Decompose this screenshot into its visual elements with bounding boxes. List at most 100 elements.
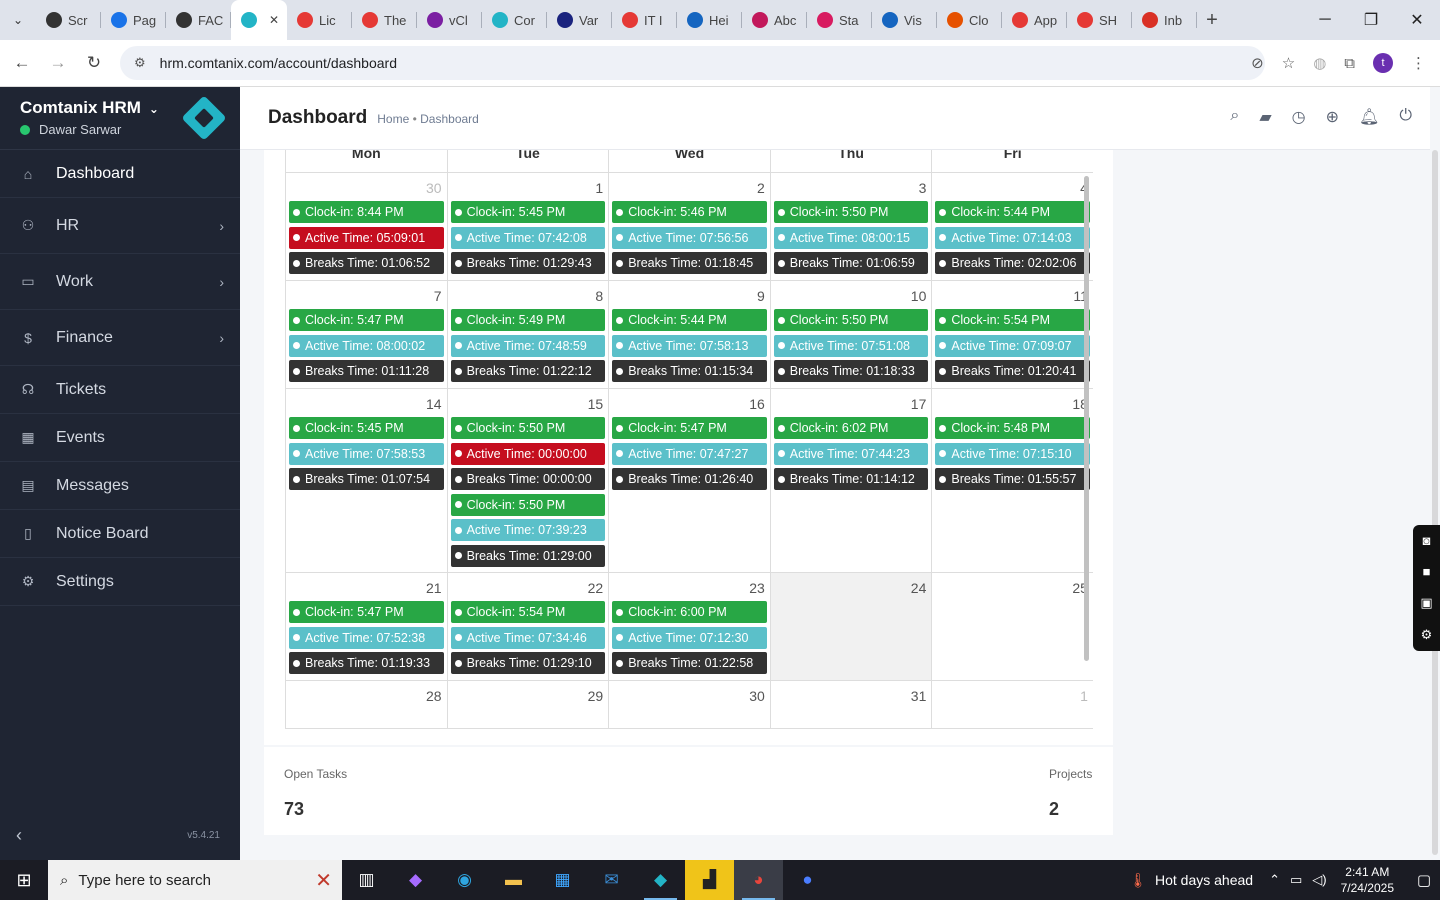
active-time-event[interactable]: Active Time: 07:52:38: [289, 626, 444, 649]
clock-in-event[interactable]: Clock-in: 5:47 PM: [612, 417, 767, 439]
calendar-day-cell[interactable]: 7 Clock-in: 5:47 PM Active Time: 08:00:02 B…: [285, 281, 447, 388]
active-time-event[interactable]: Active Time: 07:51:08: [773, 334, 929, 357]
calendar-scrollbar[interactable]: [1084, 176, 1089, 661]
browser-tab[interactable]: Lic: [287, 0, 352, 40]
sidebar-item-notice-board[interactable]: ▯ Notice Board: [0, 510, 240, 558]
forward-icon[interactable]: →: [40, 53, 76, 73]
bell-icon[interactable]: 🔔︎: [1359, 107, 1379, 127]
calendar-day-cell[interactable]: 31: [769, 681, 932, 728]
open-tasks-value[interactable]: 73: [284, 799, 304, 820]
clock-in-event[interactable]: Clock-in: 6:00 PM: [612, 601, 767, 623]
clock-in-event[interactable]: Clock-in: 5:50 PM: [773, 201, 929, 223]
browser-tab[interactable]: ✕: [231, 0, 287, 40]
calendar-day-cell[interactable]: 3 Clock-in: 5:50 PM Active Time: 08:00:15 B…: [769, 173, 932, 280]
day-number[interactable]: 10: [774, 284, 929, 309]
day-number[interactable]: 2: [612, 176, 767, 201]
day-number[interactable]: 25: [935, 576, 1090, 601]
active-time-event[interactable]: Active Time: 07:56:56: [612, 226, 767, 249]
windows-start-icon[interactable]: ⊞: [0, 860, 48, 900]
calendar-day-cell[interactable]: 30 Clock-in: 8:44 PM Active Time: 05:09:01…: [285, 173, 447, 280]
calendar-day-cell[interactable]: 21 Clock-in: 5:47 PM Active Time: 07:52:38…: [285, 573, 447, 680]
day-number[interactable]: 1: [451, 176, 606, 201]
sidebar-item-events[interactable]: ▦ Events: [0, 414, 240, 462]
active-time-event[interactable]: Active Time: 07:48:59: [450, 334, 606, 357]
site-info-icon[interactable]: ⚙: [134, 55, 146, 71]
browser-tab[interactable]: Var: [547, 0, 612, 40]
file-explorer-icon[interactable]: ▬: [489, 860, 538, 900]
day-number[interactable]: 28: [289, 684, 444, 709]
add-circle-icon[interactable]: ⊕: [1326, 107, 1339, 127]
active-time-event[interactable]: Active Time: 07:58:53: [289, 442, 444, 465]
notification-center-icon[interactable]: ▢: [1408, 871, 1440, 889]
browser-tab[interactable]: Vis: [872, 0, 937, 40]
calendar-day-cell[interactable]: 2 Clock-in: 5:46 PM Active Time: 07:56:56 B…: [608, 173, 770, 280]
active-time-event[interactable]: Active Time: 07:58:13: [612, 334, 767, 357]
network-icon[interactable]: ▭: [1290, 872, 1302, 888]
sticky-notes-icon[interactable]: ▟: [685, 860, 734, 900]
calendar-day-cell[interactable]: 1 Clock-in: 5:45 PM Active Time: 07:42:08 B…: [446, 173, 609, 280]
translate-icon[interactable]: ◍: [1313, 54, 1326, 72]
active-time-event[interactable]: Active Time: 00:00:00: [450, 442, 606, 465]
chrome-icon[interactable]: ◕: [734, 860, 783, 900]
task-view-icon[interactable]: ▥: [342, 860, 391, 900]
copilot-icon[interactable]: ◆: [391, 860, 440, 900]
taskbar-clock[interactable]: 2:41 AM 7/24/2025: [1341, 864, 1394, 896]
browser-menu-icon[interactable]: ⋮: [1411, 54, 1426, 72]
calendar-day-cell[interactable]: 24: [769, 573, 932, 680]
browser-tab[interactable]: Abc: [742, 0, 807, 40]
sidebar-item-work[interactable]: ▭ Work ›: [0, 254, 240, 310]
sidebar-item-hr[interactable]: ⚇ HR ›: [0, 198, 240, 254]
browser-tab[interactable]: The: [352, 0, 417, 40]
sidebar-item-finance[interactable]: $ Finance ›: [0, 310, 240, 366]
day-number[interactable]: 11: [935, 284, 1090, 309]
day-number[interactable]: 1: [935, 684, 1090, 709]
active-time-event[interactable]: Active Time: 08:00:02: [289, 334, 444, 357]
browser-tab[interactable]: Clo: [937, 0, 1002, 40]
calendar-day-cell[interactable]: 30: [608, 681, 770, 728]
calendar-day-cell[interactable]: 25: [931, 573, 1093, 680]
clock-in-event[interactable]: Clock-in: 8:44 PM: [289, 201, 444, 223]
calendar-day-cell[interactable]: 9 Clock-in: 5:44 PM Active Time: 07:58:13 B…: [608, 281, 770, 388]
breaks-time-event[interactable]: Breaks Time: 01:26:40: [612, 468, 767, 490]
browser-tab[interactable]: App: [1002, 0, 1067, 40]
chevron-up-icon[interactable]: ⌃: [1269, 872, 1280, 888]
clock-icon[interactable]: ◷: [1292, 107, 1306, 127]
video-icon[interactable]: ■: [1423, 564, 1431, 579]
day-number[interactable]: 9: [612, 284, 767, 309]
calendar-day-cell[interactable]: 1: [931, 681, 1093, 728]
day-number[interactable]: 7: [289, 284, 444, 309]
close-window-icon[interactable]: ✕: [1394, 0, 1440, 40]
day-number[interactable]: 24: [774, 576, 929, 601]
page-scrollbar[interactable]: [1432, 150, 1438, 855]
active-time-event[interactable]: Active Time: 07:44:23: [773, 442, 929, 465]
projects-value[interactable]: 2: [1049, 799, 1059, 820]
power-icon[interactable]: ⏻: [1399, 107, 1412, 127]
sidebar-item-messages[interactable]: ▤ Messages: [0, 462, 240, 510]
clock-in-event[interactable]: Clock-in: 5:44 PM: [935, 201, 1090, 223]
clock-in-event[interactable]: Clock-in: 5:50 PM: [450, 493, 606, 516]
breaks-time-event[interactable]: Breaks Time: 01:18:33: [773, 360, 929, 382]
breaks-time-event[interactable]: Breaks Time: 01:55:57: [935, 468, 1090, 490]
breaks-time-event[interactable]: Breaks Time: 01:06:52: [289, 252, 444, 274]
tracking-off-icon[interactable]: ⊘: [1251, 54, 1264, 72]
restore-icon[interactable]: ❐: [1348, 0, 1394, 40]
edge-icon[interactable]: ◉: [440, 860, 489, 900]
weather-widget[interactable]: 🌡︎ Hot days ahead: [1129, 872, 1253, 889]
taskbar-search[interactable]: ⌕ Type here to search ✕: [48, 860, 342, 900]
mail-icon[interactable]: ✉: [587, 860, 636, 900]
sidebar-item-settings[interactable]: ⚙ Settings: [0, 558, 240, 606]
day-number[interactable]: 15: [451, 392, 606, 417]
sidebar-item-tickets[interactable]: ☊ Tickets: [0, 366, 240, 414]
back-icon[interactable]: ←: [4, 53, 40, 73]
calendar-day-cell[interactable]: 18 Clock-in: 5:48 PM Active Time: 07:15:10…: [931, 389, 1093, 572]
clock-in-event[interactable]: Clock-in: 5:47 PM: [289, 309, 444, 331]
window-capture-icon[interactable]: ▣: [1420, 595, 1432, 611]
browser-tab[interactable]: IT I: [612, 0, 677, 40]
clock-in-event[interactable]: Clock-in: 5:49 PM: [450, 309, 606, 331]
sticky-note-icon[interactable]: ▰: [1259, 107, 1271, 127]
active-time-event[interactable]: Active Time: 07:34:46: [450, 626, 606, 649]
calendar-day-cell[interactable]: 22 Clock-in: 5:54 PM Active Time: 07:34:46…: [446, 573, 609, 680]
calendar-day-cell[interactable]: 28: [285, 681, 447, 728]
calendar-day-cell[interactable]: 8 Clock-in: 5:49 PM Active Time: 07:48:59 B…: [446, 281, 609, 388]
zoom-icon[interactable]: ●: [783, 860, 832, 900]
